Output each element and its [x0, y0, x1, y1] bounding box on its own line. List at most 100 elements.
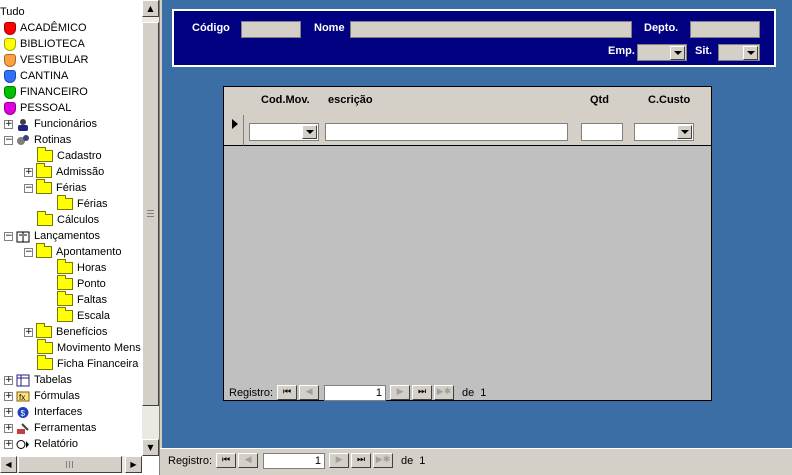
main-form-area: Código Nome Depto. Emp. Sit. Cod.Mov. es… [162, 0, 792, 448]
cod-mov-select[interactable] [249, 123, 319, 141]
table-icon [16, 374, 30, 387]
expand-icon[interactable]: + [4, 119, 13, 129]
tree-node-formulas[interactable]: + fx Fórmulas [4, 388, 80, 404]
scroll-down-icon[interactable]: ▼ [142, 439, 159, 456]
book-icon [16, 230, 30, 243]
c-custo-select[interactable] [634, 123, 694, 141]
first-record-icon[interactable]: ⏮ [216, 453, 237, 468]
tree-node-label: BIBLIOTECA [20, 38, 85, 50]
first-record-icon[interactable]: ⏮ [277, 385, 298, 400]
tree-node-label: Tabelas [34, 374, 72, 386]
dropdown-arrow-icon[interactable] [670, 46, 685, 60]
expand-icon[interactable]: + [4, 391, 13, 401]
module-color-icon [4, 101, 16, 115]
tree-node-ferias[interactable]: − Férias [24, 179, 87, 196]
tree-node-label: Fórmulas [34, 390, 80, 402]
record-of-label: de [401, 454, 414, 467]
tree-node-ponto[interactable]: Ponto [57, 275, 106, 292]
column-cod-mov: Cod.Mov. [261, 94, 310, 106]
tree-node-movimento[interactable]: Movimento Mens [37, 339, 141, 356]
expand-icon[interactable]: + [4, 423, 13, 433]
tree-node-label: Ponto [77, 278, 106, 290]
descricao-input[interactable] [325, 123, 568, 141]
column-c-custo: C.Custo [648, 94, 691, 106]
tree-node-label: VESTIBULAR [20, 54, 89, 66]
collapse-icon[interactable]: − [4, 231, 13, 241]
sit-select[interactable] [718, 44, 760, 61]
emp-label: Emp. [608, 45, 635, 57]
tree-module-academico[interactable]: ACADÊMICO [4, 20, 87, 36]
last-record-icon[interactable]: ⏭ [351, 453, 372, 468]
expand-icon[interactable]: + [24, 327, 33, 337]
dropdown-arrow-icon[interactable] [743, 46, 758, 60]
expand-icon[interactable]: + [4, 407, 13, 417]
tree-node-ferias-sub[interactable]: Férias [57, 195, 108, 212]
expand-icon[interactable]: + [4, 375, 13, 385]
expand-icon[interactable]: + [24, 167, 33, 177]
tree-node-beneficios[interactable]: + Benefícios [24, 323, 108, 340]
tree-module-pessoal[interactable]: PESSOAL [4, 100, 71, 116]
scroll-right-icon[interactable]: ▶ [125, 456, 142, 473]
tree-node-ferramentas[interactable]: + Ferramentas [4, 420, 96, 436]
tree-node-escala[interactable]: Escala [57, 307, 110, 324]
tree-node-label: Benefícios [56, 326, 108, 338]
tree-module-cantina[interactable]: CANTINA [4, 68, 68, 84]
collapse-icon[interactable]: − [24, 247, 33, 257]
table-row [244, 115, 711, 146]
scroll-up-icon[interactable]: ▲ [142, 0, 159, 17]
tree-node-interfaces[interactable]: + $ Interfaces [4, 404, 82, 420]
tree-node-faltas[interactable]: Faltas [57, 291, 107, 308]
prev-record-icon[interactable]: ◀ [299, 385, 320, 400]
next-record-icon[interactable]: ▶ [329, 453, 350, 468]
qtd-input[interactable] [581, 123, 623, 141]
folder-icon [57, 307, 73, 322]
tree-node-lancamentos[interactable]: − Lançamentos [4, 228, 100, 244]
tree-node-rotinas[interactable]: − Rotinas [4, 132, 71, 148]
tree-module-vestibular[interactable]: VESTIBULAR [4, 52, 88, 68]
new-record-icon[interactable]: ▶✱ [434, 385, 455, 400]
collapse-icon[interactable]: − [4, 135, 13, 145]
tree-vertical-scrollbar[interactable]: ▲ ▼ [142, 0, 159, 456]
tree-node-label: Horas [77, 262, 107, 274]
prev-record-icon[interactable]: ◀ [238, 453, 259, 468]
scroll-left-icon[interactable]: ◀ [0, 456, 17, 473]
current-record-input[interactable]: 1 [324, 384, 387, 401]
tree-node-relatorio[interactable]: + Relatório [4, 436, 78, 452]
record-selector-arrow-icon[interactable] [224, 115, 244, 146]
expand-icon[interactable]: + [4, 439, 13, 449]
tree-node-root[interactable]: Tudo [0, 4, 25, 20]
tree-module-biblioteca[interactable]: BIBLIOTECA [4, 36, 85, 52]
tree-node-tabelas[interactable]: + Tabelas [4, 372, 72, 388]
tree-node-funcionarios[interactable]: + Funcionários [4, 116, 97, 132]
depto-field[interactable] [690, 21, 760, 38]
tree-node-admissao[interactable]: + Admissão [24, 163, 104, 180]
record-nav-label: Registro: [229, 386, 274, 399]
tree-node-calculos[interactable]: Cálculos [37, 211, 99, 228]
folder-icon [36, 179, 52, 194]
folder-icon [57, 195, 73, 210]
tree-horizontal-scrollbar[interactable]: ◀ ▶ [0, 456, 142, 473]
tree-node-label: Apontamento [56, 246, 122, 258]
tree-node-label: Relatório [34, 438, 79, 450]
dropdown-arrow-icon[interactable] [302, 125, 317, 139]
formula-icon: fx [16, 390, 30, 403]
codigo-field[interactable] [241, 21, 301, 38]
tree-node-apontamento[interactable]: − Apontamento [24, 243, 122, 260]
emp-select[interactable] [637, 44, 687, 61]
new-record-icon[interactable]: ▶✱ [373, 453, 394, 468]
tree-module-financeiro[interactable]: FINANCEIRO [4, 84, 88, 100]
dropdown-arrow-icon[interactable] [677, 125, 692, 139]
scrollbar-thumb[interactable] [18, 456, 122, 473]
last-record-icon[interactable]: ⏭ [412, 385, 433, 400]
current-record-input[interactable]: 1 [263, 452, 326, 469]
tree-node-cadastro[interactable]: Cadastro [37, 147, 102, 164]
scrollbar-thumb[interactable] [142, 22, 159, 406]
tree-node-ficha[interactable]: Ficha Financeira [37, 355, 138, 372]
grip-icon [66, 461, 73, 468]
folder-icon [36, 243, 52, 258]
nome-field[interactable] [350, 21, 632, 38]
next-record-icon[interactable]: ▶ [390, 385, 411, 400]
tree-node-label: Movimento Mens [57, 342, 141, 354]
collapse-icon[interactable]: − [24, 183, 33, 193]
tree-node-horas[interactable]: Horas [57, 259, 107, 276]
